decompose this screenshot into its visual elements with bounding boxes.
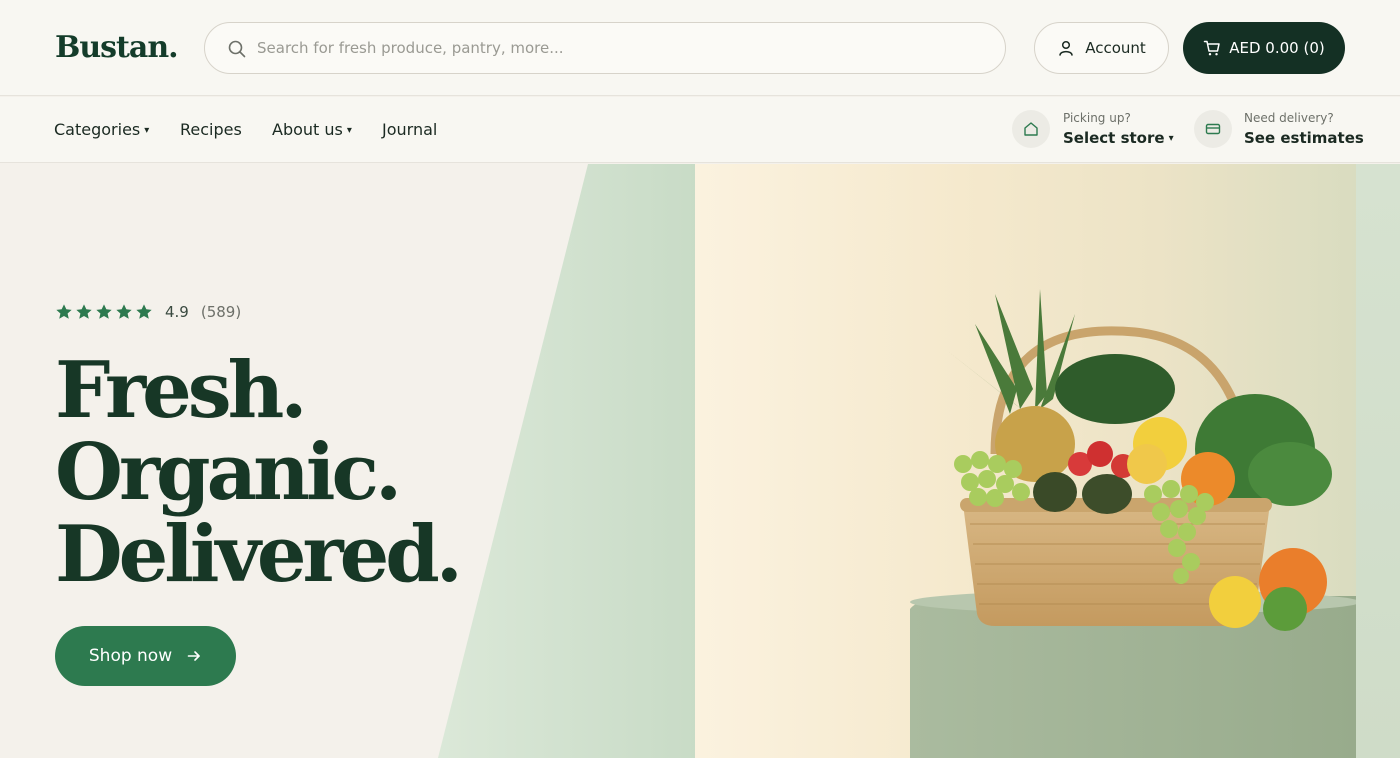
star-icon: [116, 304, 132, 319]
hero-headline-line-1: Fresh.: [55, 345, 308, 436]
caret-down-icon: ▾: [346, 125, 352, 136]
rating-count: (589): [200, 303, 242, 321]
hero-section: 4.9 (589) Fresh. Organic. Delivered. Sho…: [0, 164, 1400, 758]
shop-now-label: Shop now: [88, 646, 173, 666]
caret-down-icon: ▾: [144, 125, 150, 136]
star-icon: [136, 304, 152, 319]
search-input[interactable]: [257, 35, 977, 61]
hero-produce-basket-image: [695, 164, 1356, 758]
pickup-hint: Picking up?: [1063, 111, 1131, 125]
star-icon: [56, 304, 72, 319]
select-store-link[interactable]: Select store ▾: [1063, 129, 1174, 147]
nav-item-label: Recipes: [180, 120, 242, 139]
delivery-hint: Need delivery?: [1244, 111, 1334, 125]
hero-right-strip: [1356, 164, 1400, 758]
nav-item-label: About us: [272, 120, 343, 139]
arrow-right-icon: [187, 651, 200, 661]
nav-item-journal[interactable]: Journal: [382, 120, 437, 139]
cart-icon: [1204, 40, 1220, 56]
nav-item-label: Journal: [382, 120, 438, 139]
rating-summary: 4.9 (589): [55, 303, 241, 321]
select-store-label: Select store: [1063, 129, 1165, 147]
nav-item-about-us[interactable]: About us ▾: [272, 120, 352, 139]
hero-headline-line-2: Organic.: [55, 427, 402, 518]
search-icon: [228, 40, 246, 58]
account-button[interactable]: Account: [1034, 22, 1169, 74]
user-icon: [1059, 40, 1073, 56]
main-nav: Categories ▾ Recipes About us ▾ Journal Pi…: [0, 97, 1400, 163]
rating-score: 4.9: [165, 303, 189, 321]
star-icon: [96, 304, 112, 319]
store-icon: [1012, 110, 1050, 148]
cart-button[interactable]: AED 0.00 (0): [1183, 22, 1345, 74]
nav-item-recipes[interactable]: Recipes: [180, 120, 242, 139]
search-bar[interactable]: [204, 22, 1006, 74]
see-estimates-link[interactable]: See estimates: [1244, 129, 1364, 147]
site-logo[interactable]: Bustan.: [55, 30, 179, 65]
star-icon: [76, 304, 92, 319]
account-label: Account: [1085, 39, 1146, 57]
hero-headline-line-3: Delivered.: [55, 509, 463, 600]
caret-down-icon: ▾: [1168, 133, 1174, 144]
nav-item-categories[interactable]: Categories ▾: [54, 120, 149, 139]
shop-now-button[interactable]: Shop now: [55, 626, 236, 686]
cart-total: AED 0.00 (0): [1229, 39, 1325, 57]
site-header: Bustan. Account AED 0.00 (0): [0, 0, 1400, 96]
delivery-card-icon: [1194, 110, 1232, 148]
nav-item-label: Categories: [54, 120, 141, 139]
